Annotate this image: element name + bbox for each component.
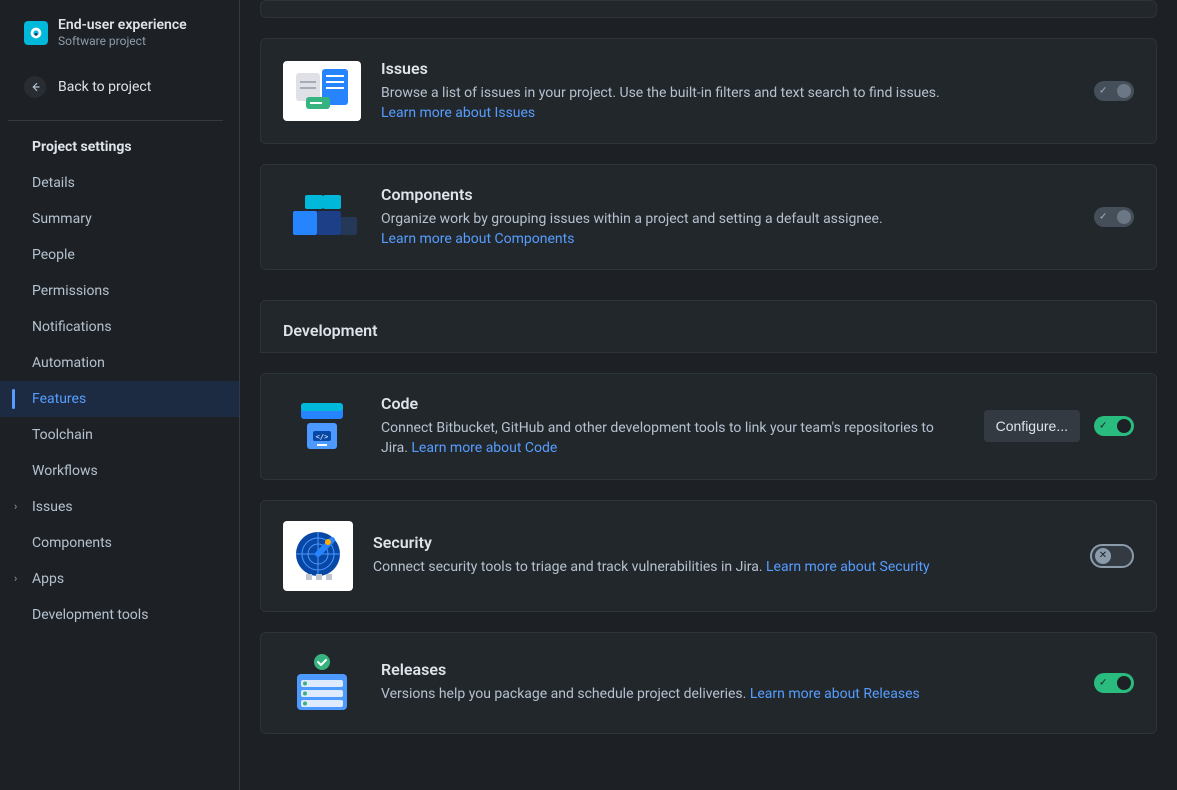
feature-desc: Browse a list of issues in your project.… [381, 84, 1074, 123]
feature-desc: Organize work by grouping issues within … [381, 210, 1074, 249]
sidebar-item-permissions[interactable]: Permissions [0, 273, 239, 309]
sidebar-item-toolchain[interactable]: Toolchain [0, 417, 239, 453]
configure-button[interactable]: Configure... [984, 410, 1080, 442]
toggle-issues[interactable]: ✓ [1094, 81, 1134, 101]
sidebar-item-people[interactable]: People [0, 237, 239, 273]
issues-icon [283, 61, 361, 121]
feature-card-code: </> Code Connect Bitbucket, GitHub and o… [260, 373, 1157, 479]
svg-text:</>: </> [316, 433, 329, 441]
development-section-heading: Development [260, 300, 1157, 353]
learn-more-link[interactable]: Learn more about Code [411, 440, 557, 456]
feature-title: Components [381, 185, 1074, 204]
feature-desc: Connect Bitbucket, GitHub and other deve… [381, 419, 964, 458]
security-icon [283, 521, 353, 591]
feature-title: Releases [381, 660, 1074, 679]
check-icon: ✓ [1099, 86, 1107, 97]
feature-desc: Connect security tools to triage and tra… [373, 558, 1070, 578]
card-top-strip [260, 0, 1157, 18]
components-icon [283, 187, 361, 247]
sidebar-separator [8, 120, 223, 121]
project-avatar-icon [24, 21, 48, 45]
check-icon: ✓ [1099, 421, 1107, 432]
x-icon: ✕ [1099, 551, 1107, 561]
toggle-security[interactable]: ✕ [1090, 544, 1134, 568]
toggle-code[interactable]: ✓ [1094, 416, 1134, 436]
feature-title: Issues [381, 59, 1074, 78]
feature-card-components: Components Organize work by grouping iss… [260, 164, 1157, 270]
learn-more-link[interactable]: Learn more about Components [381, 231, 574, 247]
learn-more-link[interactable]: Learn more about Security [766, 559, 930, 575]
sidebar-item-automation[interactable]: Automation [0, 345, 239, 381]
back-label: Back to project [58, 79, 151, 95]
project-subtitle: Software project [58, 34, 187, 50]
back-to-project-link[interactable]: Back to project [0, 62, 239, 112]
project-header: End-user experience Software project [0, 8, 239, 62]
sidebar-item-features[interactable]: Features [0, 381, 239, 417]
project-title: End-user experience [58, 16, 187, 34]
sidebar-item-components[interactable]: Components [0, 525, 239, 561]
sidebar-item-issues[interactable]: › Issues [0, 489, 239, 525]
arrow-left-icon [24, 76, 46, 98]
learn-more-link[interactable]: Learn more about Issues [381, 105, 535, 121]
feature-title: Code [381, 394, 964, 413]
releases-icon [283, 653, 361, 713]
check-icon: ✓ [1099, 677, 1107, 688]
feature-card-security: Security Connect security tools to triag… [260, 500, 1157, 612]
feature-card-releases: Releases Versions help you package and s… [260, 632, 1157, 734]
feature-card-issues: Issues Browse a list of issues in your p… [260, 38, 1157, 144]
feature-title: Security [373, 533, 1070, 552]
feature-desc: Versions help you package and schedule p… [381, 685, 1074, 705]
sidebar-item-summary[interactable]: Summary [0, 201, 239, 237]
toggle-components[interactable]: ✓ [1094, 207, 1134, 227]
sidebar: End-user experience Software project Bac… [0, 0, 240, 790]
chevron-right-icon: › [14, 572, 17, 585]
sidebar-item-notifications[interactable]: Notifications [0, 309, 239, 345]
sidebar-heading: Project settings [0, 129, 239, 165]
sidebar-item-workflows[interactable]: Workflows [0, 453, 239, 489]
toggle-releases[interactable]: ✓ [1094, 673, 1134, 693]
sidebar-item-details[interactable]: Details [0, 165, 239, 201]
sidebar-item-development-tools[interactable]: Development tools [0, 597, 239, 633]
learn-more-link[interactable]: Learn more about Releases [750, 686, 920, 702]
sidebar-item-apps[interactable]: › Apps [0, 561, 239, 597]
chevron-right-icon: › [14, 500, 17, 513]
main-content: Issues Browse a list of issues in your p… [240, 0, 1177, 790]
check-icon: ✓ [1099, 212, 1107, 223]
code-icon: </> [283, 396, 361, 456]
